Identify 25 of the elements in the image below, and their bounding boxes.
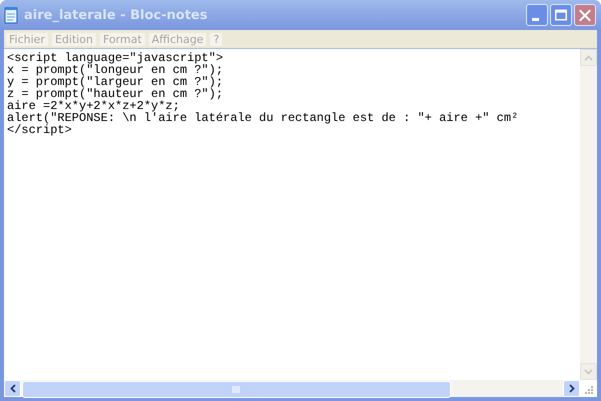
code-line: </script>: [7, 124, 72, 136]
resize-grip-icon[interactable]: [582, 383, 594, 395]
menu-item[interactable]: Affichage: [148, 32, 206, 46]
scroll-right-button[interactable]: [563, 380, 580, 397]
close-button[interactable]: [574, 4, 596, 26]
code-line: z = prompt("hauteur en cm ?");: [7, 88, 224, 100]
scroll-up-button[interactable]: [580, 49, 597, 66]
menu-item[interactable]: Fichier: [6, 32, 48, 46]
horizontal-scrollbar[interactable]: [4, 380, 580, 397]
scroll-thumb[interactable]: [22, 381, 451, 398]
menu-item[interactable]: ?: [210, 32, 222, 46]
grip-lines-icon: [232, 386, 241, 393]
code-line: aire =2*x*y+2*x*z+2*y*z;: [7, 100, 180, 112]
window-title: aire_laterale - Bloc-notes: [24, 8, 208, 22]
minimize-button[interactable]: [526, 4, 548, 26]
code-line: <script language="javascript">: [7, 52, 224, 64]
menu-item[interactable]: Format: [100, 32, 145, 46]
code-line: x = prompt("longeur en cm ?");: [7, 64, 224, 76]
maximize-button[interactable]: [550, 4, 572, 26]
code-line: y = prompt("largeur en cm ?");: [7, 76, 224, 88]
notepad-icon: [4, 6, 18, 24]
code-line: alert("REPONSE: \n l'aire latérale du rectangle est de : "+ aire +" cm²: [7, 112, 520, 124]
scroll-left-button[interactable]: [4, 380, 21, 397]
menu-item[interactable]: Edition: [52, 32, 96, 46]
vertical-scrollbar[interactable]: [580, 49, 597, 380]
